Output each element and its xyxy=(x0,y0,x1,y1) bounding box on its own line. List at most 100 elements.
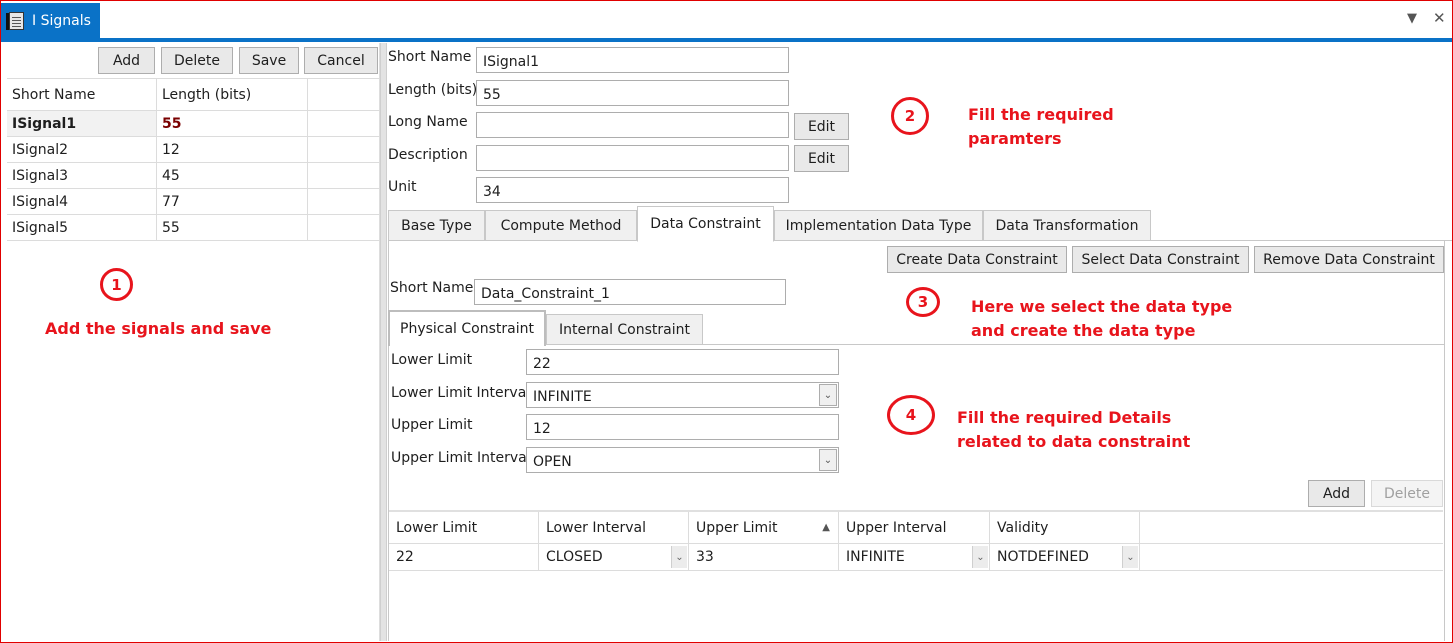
document-tab[interactable]: I Signals xyxy=(1,3,100,38)
accent-bar xyxy=(1,38,1452,42)
cancel-button[interactable]: Cancel xyxy=(304,47,378,74)
upper-limit-interval-label: Upper Limit Interval xyxy=(391,450,531,466)
tab-internal-constraint[interactable]: Internal Constraint xyxy=(546,314,703,345)
long-name-label: Long Name xyxy=(388,114,468,130)
tab-data-transformation[interactable]: Data Transformation xyxy=(983,210,1151,241)
empty-cell xyxy=(308,215,380,240)
sort-ascending-icon: ▲ xyxy=(822,522,830,533)
delete-constraint-row-button: Delete xyxy=(1371,480,1443,507)
signal-length-cell: 55 xyxy=(157,111,308,136)
signal-length-cell: 45 xyxy=(157,163,308,188)
signal-length-cell: 77 xyxy=(157,189,308,214)
chevron-down-icon[interactable]: ⌄ xyxy=(1122,546,1138,568)
short-name-label: Short Name xyxy=(388,49,472,65)
tab-implementation-data-type[interactable]: Implementation Data Type xyxy=(774,210,983,241)
signal-name-cell: ISignal3 xyxy=(7,163,157,188)
table-row[interactable]: ISignal1 55 xyxy=(7,111,380,137)
lower-interval-cell[interactable]: CLOSED ⌄ xyxy=(539,544,689,570)
length-label: Length (bits) xyxy=(388,82,478,98)
chevron-down-icon[interactable]: ⌄ xyxy=(972,546,988,568)
description-input[interactable] xyxy=(476,145,789,171)
dropdown-arrow-icon[interactable]: ▼ xyxy=(1407,11,1417,26)
save-button[interactable]: Save xyxy=(239,47,299,74)
column-header-upper-interval[interactable]: Upper Interval xyxy=(839,512,990,543)
annotation-text-2: Fill the required paramters xyxy=(968,105,1114,148)
lower-limit-input[interactable]: 22 xyxy=(526,349,839,375)
constraint-subtabs: Physical Constraint Internal Constraint xyxy=(388,310,1445,346)
signal-length-cell: 12 xyxy=(157,137,308,162)
lower-limit-interval-label: Lower Limit Interval xyxy=(391,385,531,401)
edit-long-name-button[interactable]: Edit xyxy=(794,113,849,140)
unit-input[interactable]: 34 xyxy=(476,177,789,203)
constraint-grid-header: Lower Limit Lower Interval Upper Limit ▲… xyxy=(389,512,1443,544)
close-icon[interactable]: ✕ xyxy=(1433,9,1446,27)
unit-label: Unit xyxy=(388,179,417,195)
signal-name-cell: ISignal2 xyxy=(7,137,157,162)
table-row[interactable]: ISignal4 77 xyxy=(7,189,380,215)
chevron-down-icon[interactable]: ⌄ xyxy=(671,546,687,568)
upper-limit-interval-select[interactable]: OPEN ⌄ xyxy=(526,447,839,473)
lower-limit-label: Lower Limit xyxy=(391,352,473,368)
tab-physical-constraint[interactable]: Physical Constraint xyxy=(388,310,546,346)
table-row[interactable]: ISignal5 55 xyxy=(7,215,380,241)
upper-interval-cell[interactable]: INFINITE ⌄ xyxy=(839,544,990,570)
annotation-text-4: Fill the required Details related to dat… xyxy=(957,408,1191,451)
title-bar: I Signals ▼ ✕ xyxy=(1,1,1452,38)
delete-signal-button[interactable]: Delete xyxy=(161,47,233,74)
annotation-number-2: 2 xyxy=(891,97,929,135)
column-header-upper-limit-label: Upper Limit xyxy=(696,519,778,536)
upper-limit-cell[interactable]: 33 xyxy=(689,544,839,570)
validity-value: NOTDEFINED xyxy=(997,549,1089,565)
remove-data-constraint-button[interactable]: Remove Data Constraint xyxy=(1254,246,1444,273)
chevron-down-icon[interactable]: ⌄ xyxy=(819,384,837,406)
pane-splitter[interactable] xyxy=(380,43,387,641)
empty-cell xyxy=(308,137,380,162)
tab-base-type[interactable]: Base Type xyxy=(388,210,485,241)
tab-compute-method[interactable]: Compute Method xyxy=(485,210,637,241)
validity-cell[interactable]: NOTDEFINED ⌄ xyxy=(990,544,1140,570)
column-header-lower-interval[interactable]: Lower Interval xyxy=(539,512,689,543)
select-data-constraint-button[interactable]: Select Data Constraint xyxy=(1072,246,1249,273)
signal-name-cell: ISignal4 xyxy=(7,189,157,214)
column-header-empty xyxy=(308,79,380,110)
upper-limit-label: Upper Limit xyxy=(391,417,473,433)
long-name-input[interactable] xyxy=(476,112,789,138)
upper-limit-interval-value: OPEN xyxy=(533,453,572,470)
table-row[interactable]: ISignal3 45 xyxy=(7,163,380,189)
chevron-down-icon[interactable]: ⌄ xyxy=(819,449,837,471)
add-signal-button[interactable]: Add xyxy=(98,47,155,74)
column-header-length[interactable]: Length (bits) xyxy=(157,79,308,110)
upper-limit-input[interactable]: 12 xyxy=(526,414,839,440)
upper-interval-value: INFINITE xyxy=(846,549,905,565)
empty-cell xyxy=(308,163,380,188)
empty-cell xyxy=(308,189,380,214)
constraint-short-name-input[interactable]: Data_Constraint_1 xyxy=(474,279,786,305)
edit-description-button[interactable]: Edit xyxy=(794,145,849,172)
signal-name-cell: ISignal1 xyxy=(7,111,157,136)
signal-length-cell: 55 xyxy=(157,215,308,240)
lower-limit-interval-select[interactable]: INFINITE ⌄ xyxy=(526,382,839,408)
length-input[interactable]: 55 xyxy=(476,80,789,106)
window-title: I Signals xyxy=(32,12,91,29)
annotation-number-1: 1 xyxy=(100,268,133,301)
table-row[interactable]: ISignal2 12 xyxy=(7,137,380,163)
add-constraint-row-button[interactable]: Add xyxy=(1308,480,1365,507)
table-row[interactable]: 22 CLOSED ⌄ 33 INFINITE ⌄ NOTDEFINED ⌄ xyxy=(389,544,1443,571)
column-header-validity[interactable]: Validity xyxy=(990,512,1140,543)
annotation-number-4: 4 xyxy=(887,395,935,435)
type-tabs: Base Type Compute Method Data Constraint… xyxy=(388,206,1452,242)
signal-grid-header: Short Name Length (bits) xyxy=(7,78,380,111)
document-icon xyxy=(6,11,24,30)
create-data-constraint-button[interactable]: Create Data Constraint xyxy=(887,246,1067,273)
lower-interval-value: CLOSED xyxy=(546,549,603,565)
signal-toolbar: Add Delete Save Cancel xyxy=(6,47,380,75)
constraint-grid: Lower Limit Lower Interval Upper Limit ▲… xyxy=(389,510,1443,571)
short-name-input[interactable]: ISignal1 xyxy=(476,47,789,73)
column-header-upper-limit[interactable]: Upper Limit ▲ xyxy=(689,512,839,543)
column-header-lower-limit[interactable]: Lower Limit xyxy=(389,512,539,543)
signal-name-cell: ISignal5 xyxy=(7,215,157,240)
tab-data-constraint[interactable]: Data Constraint xyxy=(637,206,774,242)
signal-list-pane: Add Delete Save Cancel Short Name Length… xyxy=(6,43,380,641)
column-header-short-name[interactable]: Short Name xyxy=(7,79,157,110)
lower-limit-cell[interactable]: 22 xyxy=(389,544,539,570)
